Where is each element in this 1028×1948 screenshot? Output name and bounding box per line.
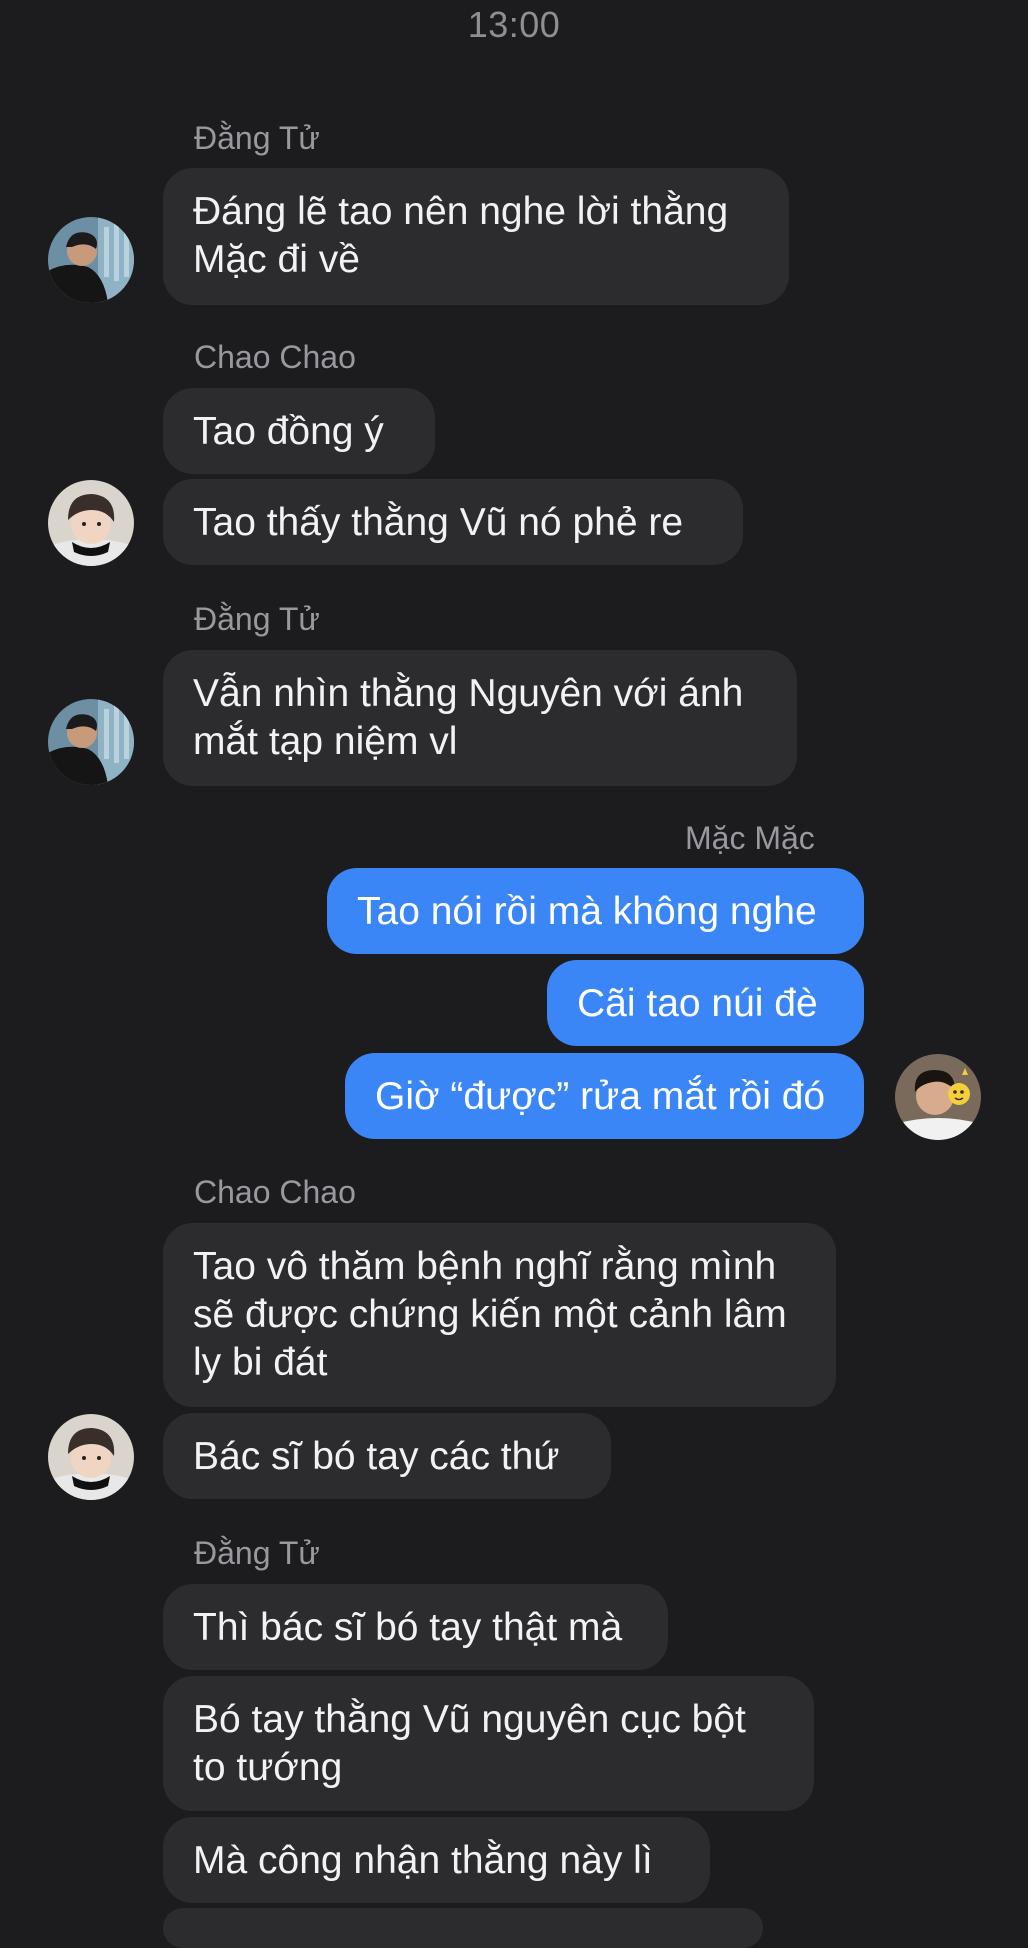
message-bubble[interactable]: Tao đồng ý xyxy=(163,388,435,474)
message-text: Mà công nhận thằng này lì xyxy=(193,1839,653,1882)
message-text: Thì bác sĩ bó tay thật mà xyxy=(193,1606,623,1649)
message-bubble[interactable]: Tao vô thăm bệnh nghĩ rằng mình sẽ được … xyxy=(163,1223,836,1407)
message-bubble[interactable]: Bó tay thằng Vũ nguyên cục bột to tướng xyxy=(163,1676,814,1811)
message-text: Giờ “được” rửa mắt rồi đó xyxy=(375,1075,826,1118)
message-bubble[interactable]: Cãi tao núi đè xyxy=(547,960,864,1046)
message-text: Bó tay thằng Vũ nguyên cục bột to tướng xyxy=(193,1698,746,1789)
message-text: Tao vô thăm bệnh nghĩ rằng mình sẽ được … xyxy=(193,1245,787,1384)
sender-name: Chao Chao xyxy=(194,339,356,375)
message-bubble[interactable]: Tao nói rồi mà không nghe xyxy=(327,868,864,954)
message-text: Tao thấy thằng Vũ nó phẻ re xyxy=(193,501,684,544)
sender-avatar-icon[interactable] xyxy=(48,480,134,566)
sender-avatar-icon[interactable] xyxy=(48,217,134,303)
message-bubble-partial[interactable] xyxy=(163,1908,763,1948)
message-bubble[interactable]: Đáng lẽ tao nên nghe lời thằng Mặc đi về xyxy=(163,168,789,305)
message-bubble[interactable]: Giờ “được” rửa mắt rồi đó xyxy=(345,1053,864,1139)
sender-name: Mặc Mặc xyxy=(685,820,815,856)
message-bubble[interactable]: Tao thấy thằng Vũ nó phẻ re xyxy=(163,479,743,565)
sender-avatar-icon[interactable] xyxy=(48,1414,134,1500)
message-text: Cãi tao núi đè xyxy=(577,982,818,1025)
sender-name: Đằng Tử xyxy=(194,601,320,637)
message-text: Đáng lẽ tao nên nghe lời thằng Mặc đi về xyxy=(193,190,729,281)
message-bubble[interactable]: Thì bác sĩ bó tay thật mà xyxy=(163,1584,668,1670)
sender-avatar-icon[interactable] xyxy=(895,1054,981,1140)
sender-name: Đằng Tử xyxy=(194,120,320,156)
message-text: Tao nói rồi mà không nghe xyxy=(357,890,817,933)
sender-name: Đằng Tử xyxy=(194,1535,320,1571)
message-text: Tao đồng ý xyxy=(193,410,384,453)
sender-name: Chao Chao xyxy=(194,1174,356,1210)
message-timestamp: 13:00 xyxy=(467,4,561,45)
message-text: Vẫn nhìn thằng Nguyên với ánh mắt tạp ni… xyxy=(193,672,744,763)
sender-avatar-icon[interactable] xyxy=(48,699,134,785)
message-bubble[interactable]: Mà công nhận thằng này lì xyxy=(163,1817,710,1903)
message-text: Bác sĩ bó tay các thứ xyxy=(193,1435,560,1478)
message-bubble[interactable]: Bác sĩ bó tay các thứ xyxy=(163,1413,611,1499)
message-bubble[interactable]: Vẫn nhìn thằng Nguyên với ánh mắt tạp ni… xyxy=(163,650,797,786)
